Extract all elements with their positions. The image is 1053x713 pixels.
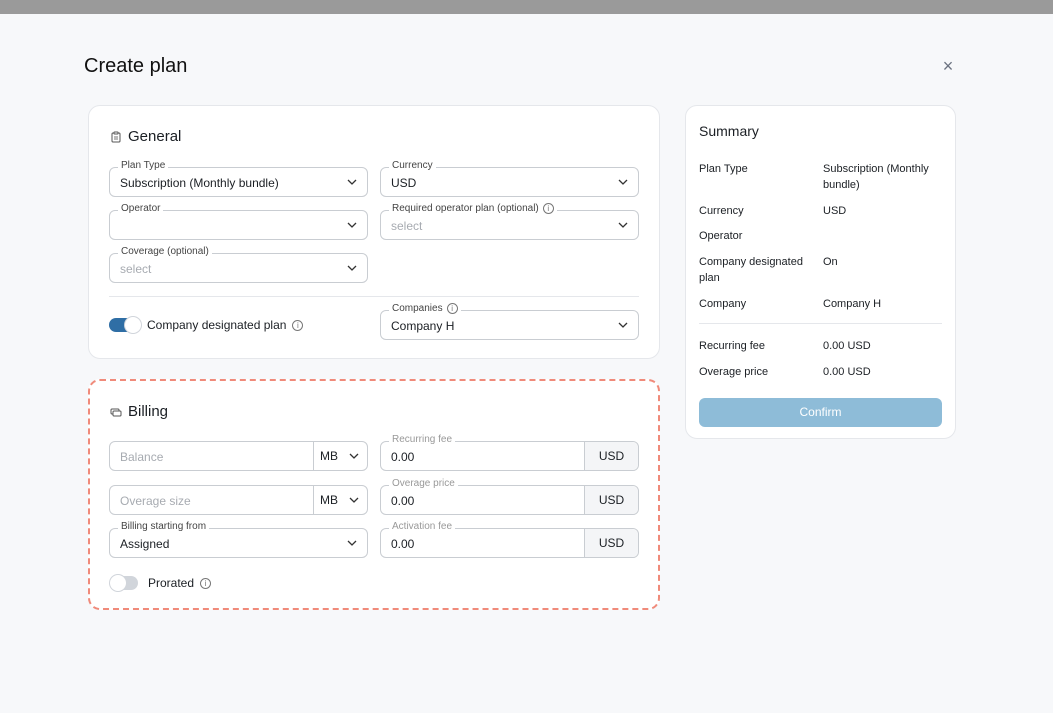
- overage-size-unit-value: MB: [320, 493, 338, 507]
- coverage-placeholder: select: [120, 262, 152, 276]
- overage-price-label: Overage price: [389, 478, 458, 489]
- currency-select[interactable]: Currency USD: [380, 160, 639, 197]
- summary-key: Currency: [699, 205, 744, 217]
- overage-size-input[interactable]: Overage size MB: [109, 485, 368, 515]
- summary-value: On: [823, 256, 838, 268]
- prorated-toggle[interactable]: [110, 575, 138, 591]
- chevron-down-icon: [347, 222, 357, 228]
- chevron-down-icon: [618, 179, 628, 185]
- balance-input[interactable]: Balance MB: [109, 441, 368, 471]
- summary-card: Summary Plan Type Subscription (Monthly …: [685, 105, 956, 439]
- balance-unit-value: MB: [320, 449, 338, 463]
- companies-label-text: Companies: [392, 303, 443, 314]
- overage-price-currency: USD: [584, 486, 638, 514]
- toggle-knob: [110, 575, 126, 591]
- recurring-fee-input[interactable]: Recurring fee 0.00 USD: [380, 434, 639, 471]
- companies-select[interactable]: Companies i Company H: [380, 303, 639, 340]
- window-top-bar: [0, 0, 1053, 14]
- company-designated-toggle[interactable]: [109, 317, 141, 333]
- overage-size-placeholder: Overage size: [120, 494, 191, 508]
- general-section-title: General: [110, 128, 181, 145]
- currency-label: Currency: [389, 160, 436, 171]
- coverage-select[interactable]: Coverage (optional) select: [109, 246, 368, 283]
- currency-value: USD: [391, 176, 417, 190]
- confirm-button[interactable]: Confirm: [699, 398, 942, 427]
- overage-price-value: 0.00: [391, 494, 415, 508]
- chevron-down-icon: [349, 453, 359, 459]
- general-title: General: [128, 128, 182, 145]
- billing-start-label: Billing starting from: [118, 521, 210, 532]
- summary-title: Summary: [699, 123, 759, 139]
- summary-value: Company H: [823, 298, 882, 310]
- money-icon: [110, 406, 122, 418]
- chevron-down-icon: [349, 497, 359, 503]
- companies-value: Company H: [391, 319, 455, 333]
- general-card: General Plan Type Subscription (Monthly …: [88, 105, 660, 359]
- recurring-fee-value: 0.00: [391, 450, 415, 464]
- billing-start-value: Assigned: [120, 537, 170, 551]
- coverage-label: Coverage (optional): [118, 246, 212, 257]
- billing-section-title: Billing: [110, 403, 168, 420]
- activation-fee-label: Activation fee: [389, 521, 456, 532]
- page-title: Create plan: [84, 55, 188, 77]
- summary-value: 0.00 USD: [823, 366, 871, 378]
- recurring-fee-currency: USD: [584, 442, 638, 470]
- close-icon[interactable]: ×: [938, 56, 958, 76]
- info-icon[interactable]: i: [446, 303, 458, 314]
- prorated-label-text: Prorated: [148, 576, 195, 590]
- companies-label: Companies i: [389, 303, 461, 314]
- summary-divider: [699, 323, 942, 324]
- info-icon[interactable]: i: [542, 203, 554, 214]
- summary-value: USD: [823, 205, 847, 217]
- general-divider: [109, 296, 639, 297]
- required-operator-plan-label-text: Required operator plan (optional): [392, 203, 539, 214]
- chevron-down-icon: [347, 265, 357, 271]
- chevron-down-icon: [618, 322, 628, 328]
- summary-key: Recurring fee: [699, 340, 766, 352]
- activation-fee-currency: USD: [584, 529, 638, 557]
- prorated-label: Prorated i: [148, 576, 212, 590]
- operator-label: Operator: [118, 203, 164, 214]
- company-designated-label-text: Company designated plan: [147, 318, 287, 332]
- summary-key: Plan Type: [699, 163, 748, 175]
- operator-select[interactable]: Operator: [109, 203, 368, 240]
- summary-value: Subscription (Monthly bundle): [823, 163, 929, 191]
- required-operator-plan-placeholder: select: [391, 219, 423, 233]
- summary-value: 0.00 USD: [823, 340, 871, 352]
- summary-key: Overage price: [699, 366, 769, 378]
- summary-key: Operator: [699, 230, 743, 242]
- plan-type-value: Subscription (Monthly bundle): [120, 176, 279, 190]
- plan-type-select[interactable]: Plan Type Subscription (Monthly bundle): [109, 160, 368, 197]
- balance-unit-select[interactable]: MB: [313, 442, 367, 470]
- clipboard-icon: [110, 131, 122, 143]
- billing-card: Billing Balance MB Recurring fee 0.00 US…: [88, 379, 660, 610]
- chevron-down-icon: [347, 179, 357, 185]
- activation-fee-input[interactable]: Activation fee 0.00 USD: [380, 521, 639, 558]
- balance-placeholder: Balance: [120, 450, 164, 464]
- summary-key: Company: [699, 298, 747, 310]
- summary-key: Company designated plan: [699, 256, 803, 284]
- info-icon[interactable]: i: [292, 319, 304, 331]
- chevron-down-icon: [618, 222, 628, 228]
- overage-size-unit-select[interactable]: MB: [313, 486, 367, 514]
- billing-title: Billing: [128, 403, 169, 420]
- company-designated-label: Company designated plan i: [147, 318, 304, 332]
- billing-start-select[interactable]: Billing starting from Assigned: [109, 521, 368, 558]
- activation-fee-value: 0.00: [391, 537, 415, 551]
- recurring-fee-label: Recurring fee: [389, 434, 456, 445]
- overage-price-input[interactable]: Overage price 0.00 USD: [380, 478, 639, 515]
- info-icon[interactable]: i: [200, 577, 212, 589]
- plan-type-label: Plan Type: [118, 160, 169, 171]
- required-operator-plan-select[interactable]: Required operator plan (optional) i sele…: [380, 203, 639, 240]
- chevron-down-icon: [347, 540, 357, 546]
- toggle-knob: [125, 317, 141, 333]
- required-operator-plan-label: Required operator plan (optional) i: [389, 203, 557, 214]
